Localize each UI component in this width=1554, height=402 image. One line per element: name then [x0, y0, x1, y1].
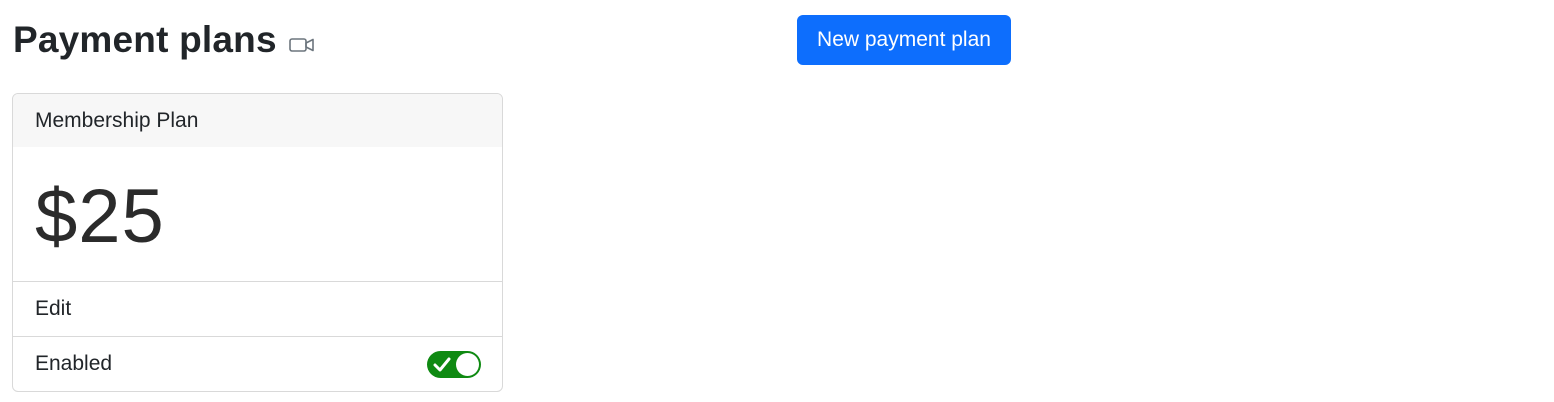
toggle-knob [456, 352, 479, 376]
payment-plan-card: Membership Plan $25 Edit Enabled [12, 93, 503, 392]
enabled-label: Enabled [35, 352, 113, 375]
edit-plan-link[interactable]: Edit [13, 282, 502, 337]
enabled-toggle[interactable] [427, 350, 481, 378]
checkmark-icon [433, 357, 451, 371]
video-camera-icon[interactable] [288, 36, 315, 54]
plan-price-section: $25 [13, 147, 502, 282]
plan-name: Membership Plan [13, 94, 502, 147]
edit-label: Edit [35, 297, 72, 320]
new-payment-plan-button[interactable]: New payment plan [797, 15, 1011, 65]
page-header: Payment plans [13, 16, 315, 64]
page-title: Payment plans [13, 19, 277, 60]
page: Payment plans New payment plan Membershi… [0, 0, 1554, 402]
enabled-row: Enabled [13, 337, 502, 391]
plan-price: $25 [35, 173, 165, 259]
